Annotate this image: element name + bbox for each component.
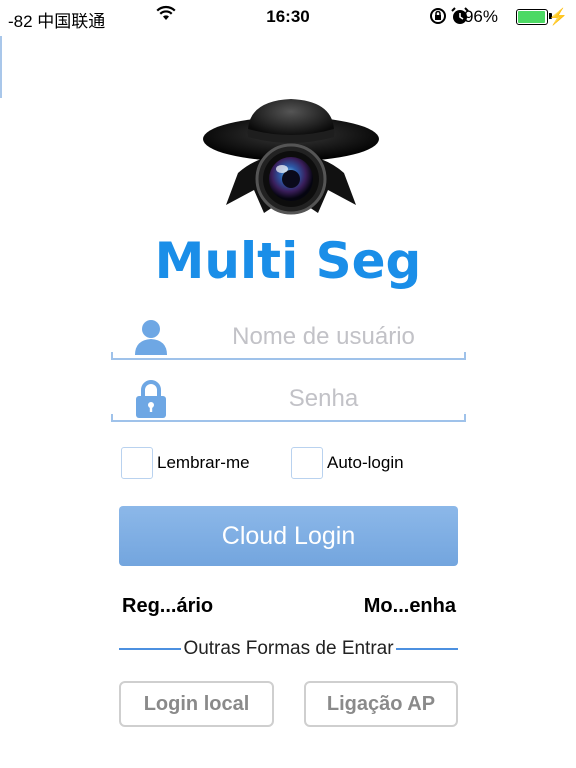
other-login-divider: Outras Formas de Entrar xyxy=(119,636,458,662)
forgot-password-link[interactable]: Mo...enha xyxy=(364,595,456,618)
auto-login-option[interactable]: Auto-login xyxy=(291,446,404,480)
lock-icon xyxy=(133,380,169,418)
rotation-lock-icon xyxy=(428,6,448,31)
password-field[interactable] xyxy=(111,376,466,422)
divider-line-right xyxy=(395,648,458,650)
app-title: Multi Seg xyxy=(154,232,422,290)
remember-me-label: Lembrar-me xyxy=(157,453,250,472)
username-field[interactable] xyxy=(111,314,466,360)
register-link[interactable]: Reg...ário xyxy=(122,595,213,618)
battery-percent: 96% xyxy=(463,7,498,26)
divider-label: Outras Formas de Entrar xyxy=(183,638,394,659)
edge-indicator xyxy=(0,36,2,98)
password-underline xyxy=(111,414,466,422)
battery-icon xyxy=(516,9,548,25)
remember-me-option[interactable]: Lembrar-me xyxy=(121,446,250,480)
divider-line-left xyxy=(119,648,182,650)
remember-me-checkbox[interactable] xyxy=(121,447,153,479)
auto-login-checkbox[interactable] xyxy=(291,447,323,479)
charging-bolt-icon: ⚡ xyxy=(548,9,568,26)
spy-camera-logo xyxy=(198,95,384,221)
cloud-login-button[interactable]: Cloud Login xyxy=(119,506,458,566)
user-icon xyxy=(133,318,169,356)
local-login-button[interactable]: Login local xyxy=(119,681,274,727)
username-input[interactable] xyxy=(181,318,466,356)
username-underline xyxy=(111,352,466,360)
auto-login-label: Auto-login xyxy=(327,453,404,472)
status-bar: -82 中国联通 16:30 96% ⚡ xyxy=(0,0,576,34)
ap-connect-button[interactable]: Ligação AP xyxy=(304,681,458,727)
password-input[interactable] xyxy=(181,380,466,418)
